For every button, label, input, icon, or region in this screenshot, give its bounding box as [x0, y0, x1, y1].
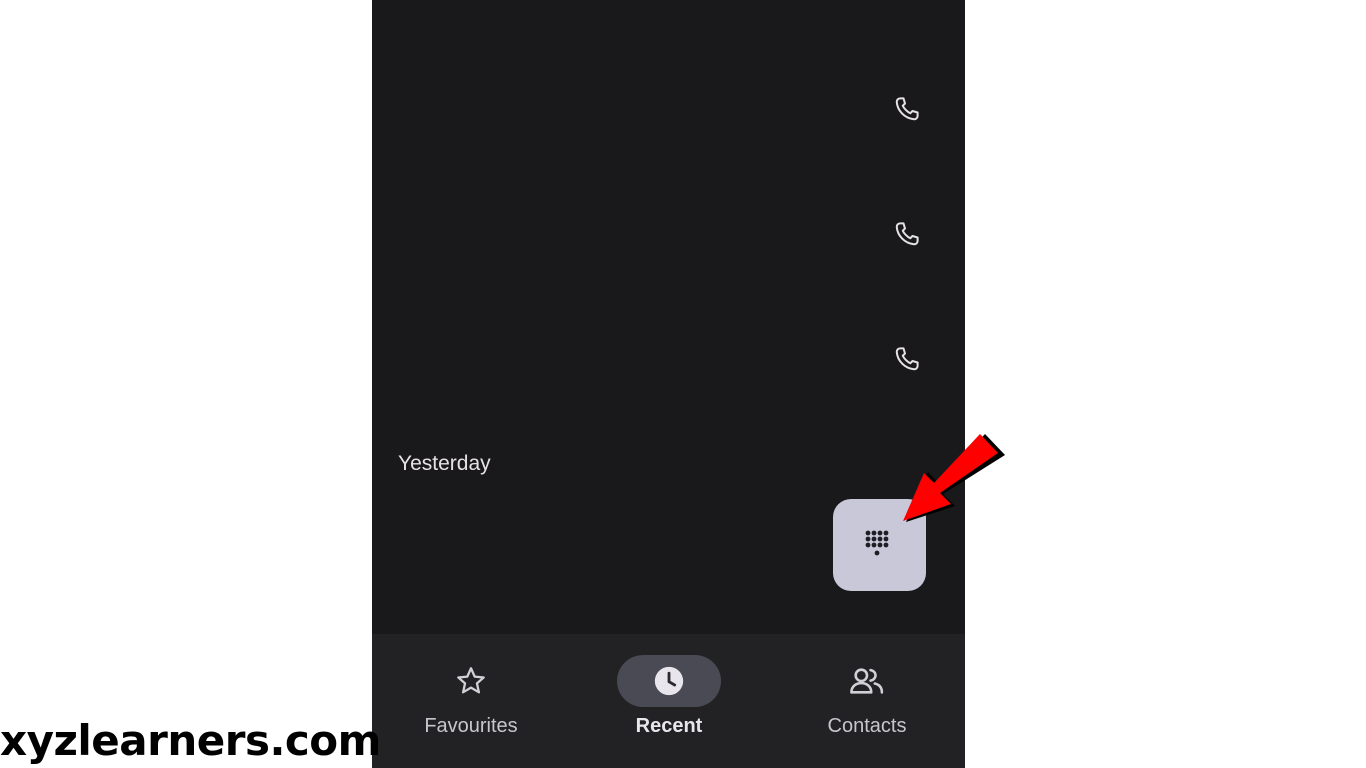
phone-icon — [895, 97, 919, 121]
star-icon — [457, 667, 485, 694]
nav-label-favourites: Favourites — [424, 715, 518, 737]
bottom-navigation: Favourites Recent Contacts — [372, 634, 965, 768]
phone-icon — [895, 222, 919, 246]
nav-item-favourites[interactable]: Favourites — [372, 634, 570, 768]
nav-item-recent[interactable]: Recent — [570, 634, 768, 768]
red-arrow-icon — [903, 434, 1005, 522]
nav-label-recent: Recent — [635, 715, 703, 737]
phone-icon — [895, 347, 919, 371]
nav-label-contacts: Contacts — [827, 715, 907, 737]
nav-icon-container — [815, 655, 919, 707]
clock-icon — [654, 666, 684, 696]
nav-icon-container — [419, 655, 523, 707]
call-button[interactable] — [892, 94, 922, 124]
nav-item-contacts[interactable]: Contacts — [768, 634, 965, 768]
nav-icon-container-active — [617, 655, 721, 707]
section-header-yesterday: Yesterday — [398, 452, 491, 475]
watermark: xyzlearners.com — [0, 716, 381, 765]
call-button[interactable] — [892, 344, 922, 374]
phone-screen: Yesterday Favourites Recent Contacts — [372, 0, 965, 768]
contacts-icon — [850, 668, 884, 694]
call-button[interactable] — [892, 219, 922, 249]
dialpad-icon — [865, 530, 888, 556]
